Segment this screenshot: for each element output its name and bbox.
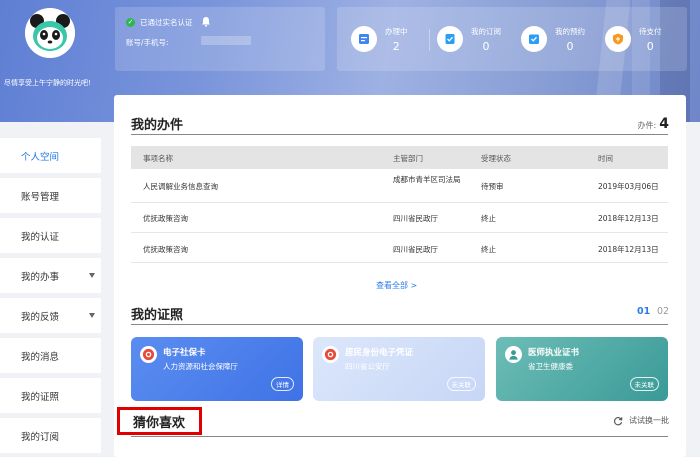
guess-you-like-title: 猜你喜欢 bbox=[117, 407, 202, 435]
cell-status: 终止 bbox=[481, 214, 496, 223]
stat-value: 0 bbox=[646, 39, 654, 53]
sidebar-item-label: 账号管理 bbox=[21, 191, 60, 203]
cell-status: 待预审 bbox=[481, 182, 504, 191]
stat-payments[interactable]: 待支付 0 bbox=[605, 24, 662, 54]
sidebar-item-label: 我的反馈 bbox=[21, 311, 60, 323]
pager-page-01[interactable]: 01 bbox=[637, 306, 650, 317]
link-button[interactable]: 未关联 bbox=[446, 377, 476, 391]
column-header: 主管部门 bbox=[393, 154, 423, 163]
view-all-link[interactable]: 查看全部 > bbox=[376, 280, 417, 291]
stat-subscriptions[interactable]: 我的订阅 0 bbox=[437, 24, 501, 54]
details-button[interactable]: 详情 bbox=[271, 377, 294, 391]
certificate-issuer: 人力资源和社会保障厅 bbox=[163, 362, 238, 371]
column-header: 时间 bbox=[598, 154, 613, 163]
id-card-icon bbox=[322, 346, 339, 363]
sidebar-item-subscriptions[interactable]: 我的订阅 bbox=[0, 418, 101, 453]
link-button[interactable]: 未关联 bbox=[629, 377, 659, 391]
cell-name: 人民调解业务信息查询 bbox=[143, 182, 218, 191]
cell-dept: 四川省民政厅 bbox=[393, 214, 438, 223]
certificate-issuer: 四川省公安厅 bbox=[345, 362, 390, 371]
form-icon bbox=[351, 26, 377, 52]
section-divider bbox=[131, 436, 668, 437]
certificate-title: 医师执业证书 bbox=[528, 348, 580, 358]
verified-status: ✓ 已通过实名认证 bbox=[126, 17, 193, 28]
cell-dept: 四川省民政厅 bbox=[393, 245, 438, 254]
table-row[interactable]: 优抚政策咨询 四川省民政厅 终止 2018年12月13日 bbox=[131, 203, 668, 233]
column-header: 事项名称 bbox=[143, 154, 173, 163]
pager-page-02[interactable]: 02 bbox=[657, 306, 669, 317]
bell-icon[interactable] bbox=[201, 16, 211, 27]
cell-dept: 成都市青羊区司法局 bbox=[393, 175, 461, 184]
cell-time: 2018年12月13日 bbox=[598, 214, 659, 223]
appointment-icon bbox=[521, 26, 547, 52]
certificate-card-physician[interactable]: 医师执业证书 省卫生健康委 未关联 bbox=[496, 337, 668, 401]
sidebar-item-label: 我的消息 bbox=[21, 351, 60, 363]
column-header: 受理状态 bbox=[481, 154, 511, 163]
cell-status: 终止 bbox=[481, 245, 496, 254]
stat-label: 待支付 bbox=[639, 26, 662, 36]
sidebar-item-personal-space[interactable]: 个人空间 bbox=[0, 138, 101, 173]
refresh-label: 试试换一批 bbox=[629, 416, 669, 425]
certificates-title: 我的证照 bbox=[131, 308, 184, 323]
cell-time: 2019年03月06日 bbox=[598, 182, 659, 191]
certificate-title: 电子社保卡 bbox=[163, 348, 206, 358]
account-value-masked bbox=[201, 36, 251, 45]
stat-value: 0 bbox=[566, 39, 574, 53]
stats-card: 办理中 2 我的订阅 0 我的预约 0 待支付 0 bbox=[337, 7, 687, 71]
divider bbox=[429, 29, 430, 51]
stat-processing[interactable]: 办理中 2 bbox=[351, 24, 408, 54]
sidebar-item-label: 个人空间 bbox=[21, 151, 60, 163]
social-security-icon bbox=[140, 346, 157, 363]
affairs-count: 办件: 4 bbox=[638, 116, 669, 132]
affairs-count-label: 办件: bbox=[637, 121, 657, 130]
sidebar-item-label: 我的认证 bbox=[21, 231, 60, 243]
affairs-title: 我的办件 bbox=[131, 118, 184, 133]
affairs-table-header: 事项名称 主管部门 受理状态 时间 bbox=[131, 146, 668, 169]
sidebar-item-certification[interactable]: 我的认证 bbox=[0, 218, 101, 253]
refresh-icon bbox=[614, 416, 623, 425]
stat-label: 我的订阅 bbox=[471, 26, 501, 36]
stat-appointments[interactable]: 我的预约 0 bbox=[521, 24, 585, 54]
sidebar-item-label: 我的订阅 bbox=[21, 431, 60, 443]
subscribe-icon bbox=[437, 26, 463, 52]
stat-value: 0 bbox=[482, 39, 490, 53]
sidebar-item-label: 我的办事 bbox=[21, 271, 60, 283]
sidebar-item-label: 我的证照 bbox=[21, 391, 60, 403]
payment-icon bbox=[605, 26, 631, 52]
cell-name: 优抚政策咨询 bbox=[143, 214, 188, 223]
stat-value: 2 bbox=[392, 39, 400, 53]
sidebar-item-licenses[interactable]: 我的证照 bbox=[0, 378, 101, 413]
sidebar-item-feedback[interactable]: 我的反馈 bbox=[0, 298, 101, 333]
check-icon: ✓ bbox=[126, 18, 135, 27]
certificate-issuer: 省卫生健康委 bbox=[528, 362, 573, 371]
sidebar-item-account[interactable]: 账号管理 bbox=[0, 178, 101, 213]
section-divider bbox=[131, 134, 668, 135]
refresh-button[interactable]: 试试换一批 bbox=[613, 415, 669, 426]
certificate-title: 居民身份电子凭证 bbox=[345, 348, 414, 358]
verified-text: 已通过实名认证 bbox=[140, 18, 193, 27]
account-label: 账号/手机号: bbox=[126, 38, 169, 47]
panda-avatar-icon bbox=[25, 8, 75, 58]
sidebar: 个人空间 账号管理 我的认证 我的办事 我的反馈 我的消息 我的证照 我的订阅 bbox=[0, 138, 101, 457]
chevron-down-icon bbox=[89, 273, 95, 278]
chevron-down-icon bbox=[89, 313, 95, 318]
sidebar-item-messages[interactable]: 我的消息 bbox=[0, 338, 101, 373]
table-row[interactable]: 人民调解业务信息查询 成都市青羊区司法局 待预审 2019年03月06日 bbox=[131, 170, 668, 203]
guess-title-text: 猜你喜欢 bbox=[133, 415, 186, 431]
stat-label: 办理中 bbox=[385, 26, 408, 36]
section-divider bbox=[131, 324, 668, 325]
table-row[interactable]: 优抚政策咨询 四川省民政厅 终止 2018年12月13日 bbox=[131, 233, 668, 263]
cell-name: 优抚政策咨询 bbox=[143, 245, 188, 254]
main-panel: 我的办件 办件: 4 事项名称 主管部门 受理状态 时间 人民调解业务信息查询 成… bbox=[114, 95, 686, 457]
avatar[interactable] bbox=[25, 8, 75, 58]
certificate-card-id[interactable]: 居民身份电子凭证 四川省公安厅 未关联 bbox=[313, 337, 485, 401]
welcome-text: 尽情享受上午宁静的时光吧! bbox=[4, 79, 91, 87]
affairs-count-value: 4 bbox=[659, 116, 669, 132]
doctor-icon bbox=[505, 346, 522, 363]
user-info-card: ✓ 已通过实名认证 账号/手机号: bbox=[115, 7, 325, 71]
certificate-card-social-security[interactable]: 电子社保卡 人力资源和社会保障厅 详情 bbox=[131, 337, 303, 401]
sidebar-item-affairs[interactable]: 我的办事 bbox=[0, 258, 101, 293]
cell-time: 2018年12月13日 bbox=[598, 245, 659, 254]
stat-label: 我的预约 bbox=[555, 26, 585, 36]
